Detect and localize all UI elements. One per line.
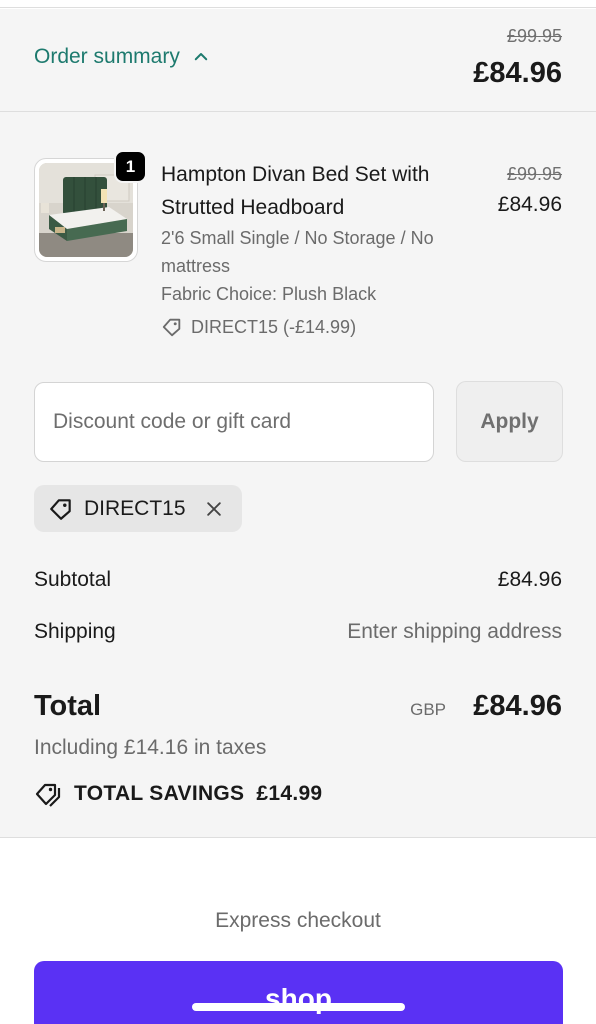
close-icon [206, 501, 221, 516]
product-title: Hampton Divan Bed Set with Strutted Head… [161, 163, 430, 219]
product-discount-label: DIRECT15 (-£14.99) [191, 316, 357, 337]
product-discount: DIRECT15 (-£14.99) [161, 316, 356, 338]
remove-discount-button[interactable] [200, 495, 228, 523]
order-summary-toggle[interactable]: Order summary [34, 45, 210, 69]
total-savings-value: £14.99 [256, 782, 323, 805]
total-currency: GBP [410, 700, 446, 719]
top-divider [0, 0, 596, 8]
apply-button[interactable]: Apply [456, 381, 563, 462]
order-summary-panel: 1 Hampton Divan Bed Set with Strutted He… [0, 112, 596, 838]
product-original-price: £99.95 [506, 164, 562, 184]
tags-icon [35, 783, 61, 807]
subtotal-label: Subtotal [34, 568, 112, 591]
quantity-badge: 1 [114, 150, 147, 183]
total-value: £84.96 [473, 690, 562, 722]
shop-pay-button[interactable]: shop [34, 961, 563, 1024]
product-variant: 2'6 Small Single / No Storage / No mattr… [161, 228, 434, 276]
total-savings-label: TOTAL SAVINGS [74, 782, 245, 805]
tag-icon [162, 318, 181, 337]
home-indicator [192, 1003, 405, 1011]
order-summary-label: Order summary [34, 45, 180, 68]
tag-icon [48, 496, 74, 522]
product-fabric: Fabric Choice: Plush Black [161, 284, 377, 304]
summary-original-price: £99.95 [506, 26, 562, 46]
discount-code-input[interactable] [34, 382, 434, 462]
applied-discount-chip: DIRECT15 [34, 485, 242, 532]
summary-price: £84.96 [473, 57, 562, 89]
product-price: £84.96 [497, 193, 562, 216]
express-checkout-label: Express checkout [215, 909, 381, 932]
total-label: Total [34, 690, 102, 722]
total-savings: TOTAL SAVINGS £14.99 [34, 780, 322, 808]
order-summary-bar[interactable]: Order summary £99.95 £84.96 [0, 9, 596, 112]
subtotal-value: £84.96 [497, 568, 562, 591]
applied-discount-code: DIRECT15 [84, 496, 186, 520]
product-thumbnail: 1 [34, 150, 147, 262]
chevron-up-icon [194, 53, 208, 61]
shipping-label: Shipping [34, 620, 116, 643]
taxes-note: Including £14.16 in taxes [34, 736, 267, 759]
shipping-value: Enter shipping address [347, 620, 562, 643]
